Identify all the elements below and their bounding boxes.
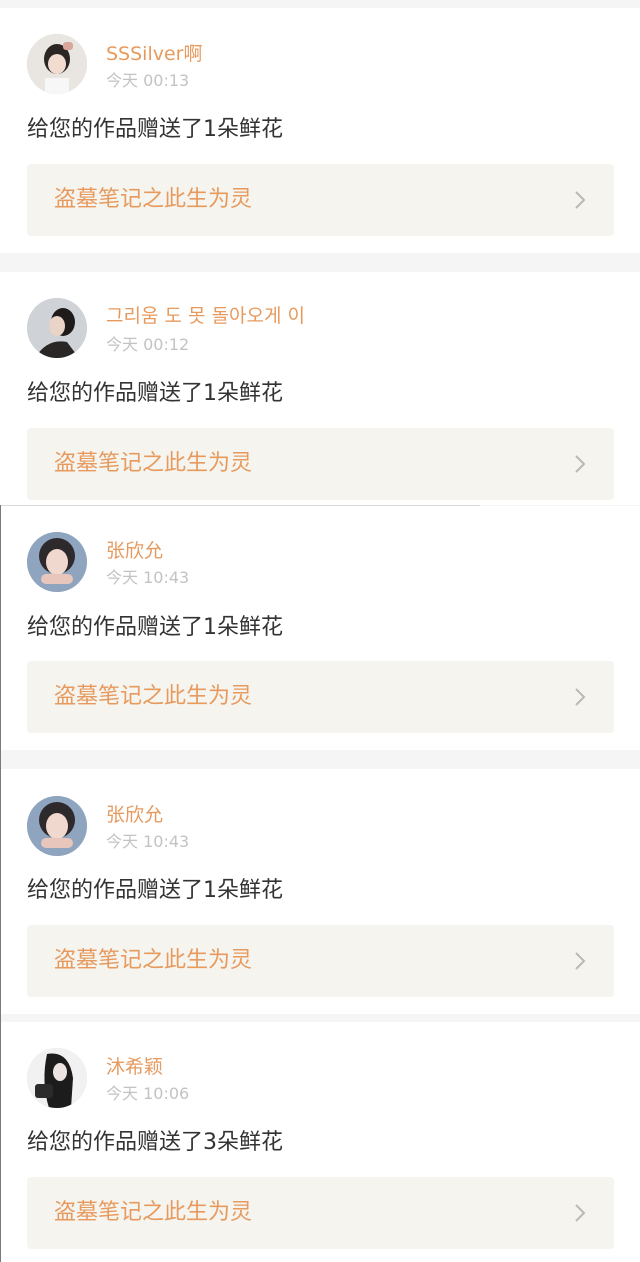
username[interactable]: 그리움 도 못 돌아오게 이 (106, 304, 305, 328)
gift-message: 给您的作品赠送了1朵鲜花 (27, 117, 283, 142)
chevron-right-icon (575, 455, 586, 473)
user-avatar[interactable] (27, 298, 87, 358)
gift-message: 给您的作品赠送了1朵鲜花 (27, 878, 283, 903)
timestamp: 今天 00:13 (106, 71, 190, 90)
username[interactable]: SSSilver啊 (106, 42, 203, 66)
work-link-button[interactable]: 盗墓笔记之此生为灵 (27, 164, 614, 236)
timestamp: 今天 10:06 (106, 1084, 190, 1103)
edge-line (0, 505, 1, 1262)
gift-message: 给您的作品赠送了3朵鲜花 (27, 1130, 283, 1155)
gift-message: 给您的作品赠送了1朵鲜花 (27, 615, 283, 640)
user-avatar[interactable] (27, 1048, 87, 1108)
chevron-right-icon (575, 688, 586, 706)
work-title: 盗墓笔记之此生为灵 (54, 451, 253, 476)
username[interactable]: 张欣允 (106, 803, 163, 827)
user-avatar[interactable] (27, 796, 87, 856)
chevron-right-icon (575, 1204, 586, 1222)
user-avatar[interactable] (27, 532, 87, 592)
work-link-button[interactable]: 盗墓笔记之此生为灵 (27, 1177, 614, 1249)
work-title: 盗墓笔记之此生为灵 (54, 1200, 253, 1225)
work-link-button[interactable]: 盗墓笔记之此生为灵 (27, 925, 614, 997)
timestamp: 今天 10:43 (106, 568, 190, 587)
timestamp: 今天 00:12 (106, 335, 190, 354)
work-link-button[interactable]: 盗墓笔记之此生为灵 (27, 428, 614, 500)
work-title: 盗墓笔记之此生为灵 (54, 948, 253, 973)
work-link-button[interactable]: 盗墓笔记之此生为灵 (27, 661, 614, 733)
notification-card: 张欣允 今天 10:43 给您的作品赠送了1朵鲜花 盗墓笔记之此生为灵 (0, 769, 640, 1014)
username[interactable]: 张欣允 (106, 539, 163, 563)
chevron-right-icon (575, 952, 586, 970)
gift-message: 给您的作品赠送了1朵鲜花 (27, 381, 283, 406)
notification-feed: SSSilver啊 今天 00:13 给您的作品赠送了1朵鲜花 盗墓笔记之此生为… (0, 0, 640, 1262)
work-title: 盗墓笔记之此生为灵 (54, 684, 253, 709)
notification-card: 张欣允 今天 10:43 给您的作品赠送了1朵鲜花 盗墓笔记之此生为灵 (0, 506, 640, 750)
timestamp: 今天 10:43 (106, 832, 190, 851)
work-title: 盗墓笔记之此生为灵 (54, 187, 253, 212)
notification-card: 沐希颖 今天 10:06 给您的作品赠送了3朵鲜花 盗墓笔记之此生为灵 (0, 1022, 640, 1262)
chevron-right-icon (575, 191, 586, 209)
user-avatar[interactable] (27, 34, 87, 94)
notification-card: SSSilver啊 今天 00:13 给您的作品赠送了1朵鲜花 盗墓笔记之此生为… (0, 8, 640, 253)
username[interactable]: 沐希颖 (106, 1055, 163, 1079)
notification-card: 그리움 도 못 돌아오게 이 今天 00:12 给您的作品赠送了1朵鲜花 盗墓笔… (0, 272, 640, 505)
